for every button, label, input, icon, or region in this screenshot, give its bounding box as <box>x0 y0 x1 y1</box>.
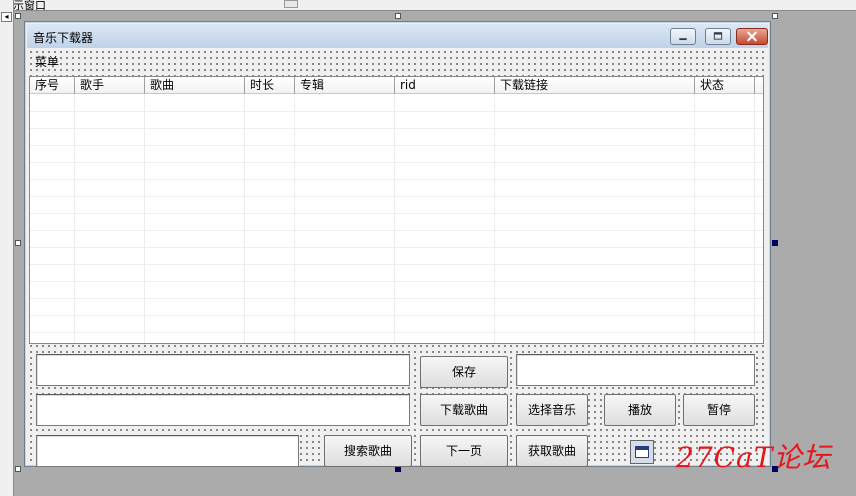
download-button[interactable]: 下载歌曲 <box>420 394 508 426</box>
grid-line <box>30 315 763 316</box>
link-input[interactable] <box>36 394 410 426</box>
grid-line <box>30 332 763 333</box>
grid-line <box>144 94 145 343</box>
grid-line <box>30 162 763 163</box>
resize-handle[interactable] <box>772 13 778 19</box>
column-header-album[interactable]: 专辑 <box>295 77 395 94</box>
resize-handle-active[interactable] <box>772 240 778 246</box>
column-header-song[interactable]: 歌曲 <box>145 77 245 94</box>
list-header: 序号 歌手 歌曲 时长 专辑 rid 下载链接 状态 <box>30 77 763 94</box>
column-header-status[interactable]: 状态 <box>695 77 755 94</box>
path-input[interactable] <box>36 354 410 386</box>
calendar-icon-body <box>635 446 649 458</box>
grid-line <box>30 179 763 180</box>
ide-left-strip: ◂ <box>0 0 14 496</box>
next-page-button[interactable]: 下一页 <box>420 435 508 467</box>
minimize-button[interactable] <box>670 28 696 45</box>
grid-line <box>30 230 763 231</box>
grid-line <box>30 111 763 112</box>
form-window: 音乐下载器 菜单 序号 歌手 歌曲 时长 专辑 rid 下载链接 状态 保存 下… <box>24 21 771 467</box>
client-area: 菜单 序号 歌手 歌曲 时长 专辑 rid 下载链接 状态 保存 下载歌曲 选择… <box>27 48 768 467</box>
grid-line <box>244 94 245 343</box>
ide-scrollbar[interactable] <box>284 0 298 8</box>
grid-line <box>30 145 763 146</box>
maximize-icon <box>713 32 723 40</box>
menu-item[interactable]: 菜单 <box>35 53 59 70</box>
grid-line <box>294 94 295 343</box>
calendar-icon[interactable] <box>630 440 654 464</box>
window-title: 音乐下载器 <box>33 31 94 45</box>
pause-button[interactable]: 暂停 <box>683 394 755 426</box>
minimize-icon <box>679 38 687 41</box>
fetch-songs-button[interactable]: 获取歌曲 <box>516 435 588 467</box>
site-watermark: 27CaT论坛 <box>676 441 832 474</box>
column-header-rid[interactable]: rid <box>395 77 495 94</box>
grid-line <box>30 196 763 197</box>
resize-handle[interactable] <box>15 466 21 472</box>
play-button[interactable]: 播放 <box>604 394 676 426</box>
grid-line <box>30 264 763 265</box>
save-button[interactable]: 保存 <box>420 356 508 388</box>
close-icon <box>747 31 757 42</box>
save-path-input[interactable] <box>516 354 755 386</box>
grid-line <box>30 213 763 214</box>
resize-handle[interactable] <box>395 13 401 19</box>
grid-line <box>30 281 763 282</box>
column-header-artist[interactable]: 歌手 <box>75 77 145 94</box>
title-bar[interactable]: 音乐下载器 <box>27 24 768 48</box>
arrow-icon[interactable]: ◂ <box>1 12 12 22</box>
select-music-button[interactable]: 选择音乐 <box>516 394 588 426</box>
grid-line <box>30 298 763 299</box>
column-header-index[interactable]: 序号 <box>30 77 75 94</box>
column-header-download-link[interactable]: 下载链接 <box>495 77 695 94</box>
grid-line <box>74 94 75 343</box>
close-button[interactable] <box>736 28 768 45</box>
calendar-icon-bar <box>636 447 648 450</box>
grid-line <box>30 128 763 129</box>
resize-handle[interactable] <box>15 13 21 19</box>
grid-line <box>694 94 695 343</box>
column-header-duration[interactable]: 时长 <box>245 77 295 94</box>
resize-handle[interactable] <box>15 240 21 246</box>
search-button[interactable]: 搜索歌曲 <box>324 435 412 467</box>
grid-line <box>754 94 755 343</box>
ide-top-strip: 显示窗口 <box>0 0 300 11</box>
search-input[interactable] <box>36 435 299 467</box>
maximize-button[interactable] <box>705 28 731 45</box>
grid-line <box>494 94 495 343</box>
menu-bar: 菜单 <box>27 50 768 70</box>
grid-line <box>30 247 763 248</box>
song-list-view[interactable]: 序号 歌手 歌曲 时长 专辑 rid 下载链接 状态 <box>29 76 764 344</box>
ide-top-right-strip <box>300 0 856 11</box>
grid-line <box>394 94 395 343</box>
